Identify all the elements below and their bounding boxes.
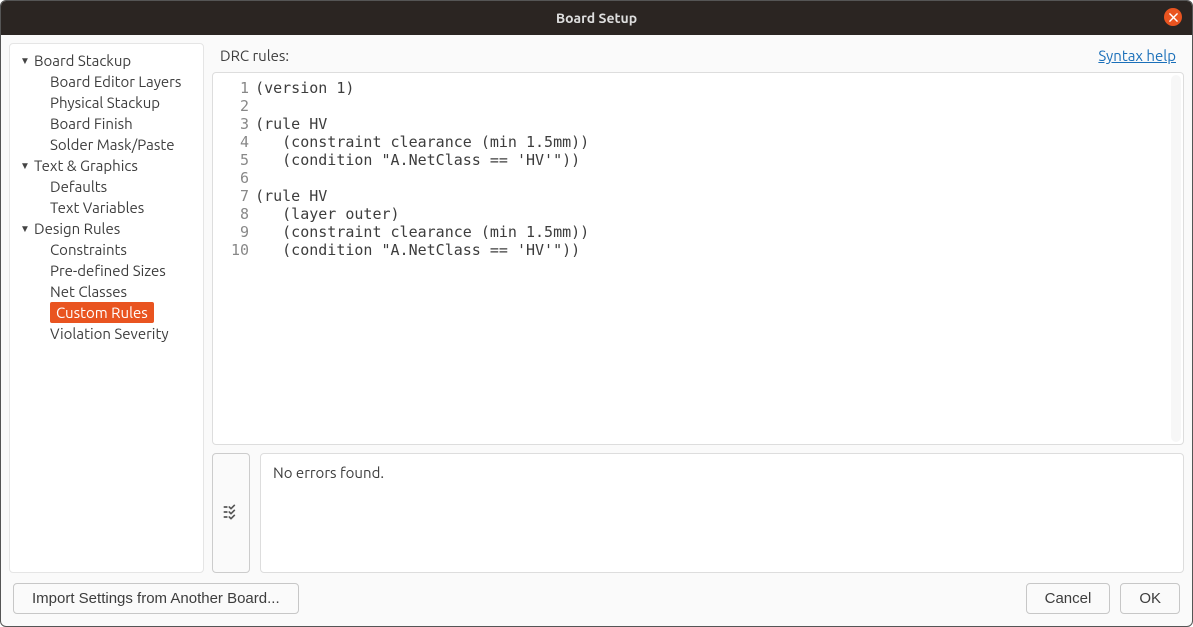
ok-button[interactable]: OK [1120,583,1180,614]
tree-item-constraints[interactable]: Constraints [10,239,203,260]
tree-parent-text-graphics[interactable]: ▼ Text & Graphics [10,155,203,176]
tree-parent-stackup[interactable]: ▼ Board Stackup [10,50,203,71]
tree-item-board-finish[interactable]: Board Finish [10,113,203,134]
tree-item-net-classes[interactable]: Net Classes [10,281,203,302]
import-settings-button[interactable]: Import Settings from Another Board... [13,583,299,614]
code-area[interactable]: (version 1) (rule HV (constraint clearan… [253,73,595,444]
tree-group-design-rules: ▼ Design Rules Constraints Pre-defined S… [10,218,203,344]
tree-label: Text & Graphics [34,157,138,174]
content-pane: DRC rules: Syntax help 1 2 3 4 5 6 7 8 9… [212,43,1184,573]
tree-item-solder-mask-paste[interactable]: Solder Mask/Paste [10,134,203,155]
tree-label: Board Stackup [34,52,131,69]
tree-item-custom-rules-wrap: Custom Rules [10,302,203,323]
caret-down-icon: ▼ [20,160,34,172]
settings-tree[interactable]: ▼ Board Stackup Board Editor Layers Phys… [9,43,204,573]
tree-item-custom-rules[interactable]: Custom Rules [50,302,154,323]
footer-right: Cancel OK [1026,583,1180,614]
tree-group-text-graphics: ▼ Text & Graphics Defaults Text Variable… [10,155,203,218]
tree-item-physical-stackup[interactable]: Physical Stackup [10,92,203,113]
line-gutter: 1 2 3 4 5 6 7 8 9 10 [213,73,253,444]
scrollbar[interactable] [1171,75,1181,442]
checklist-icon [221,502,241,525]
dialog-body: ▼ Board Stackup Board Editor Layers Phys… [1,35,1192,626]
titlebar: Board Setup [1,1,1192,35]
board-setup-window: Board Setup ▼ Board Stackup Board Editor… [0,0,1193,627]
tree-item-defaults[interactable]: Defaults [10,176,203,197]
caret-down-icon: ▼ [20,223,34,235]
tree-label: Design Rules [34,220,120,237]
dialog-footer: Import Settings from Another Board... Ca… [1,573,1192,626]
status-message: No errors found. [260,453,1184,573]
cancel-button[interactable]: Cancel [1026,583,1111,614]
main-area: ▼ Board Stackup Board Editor Layers Phys… [1,35,1192,573]
drc-header: DRC rules: Syntax help [212,43,1184,64]
rules-editor[interactable]: 1 2 3 4 5 6 7 8 9 10 (version 1) (rule H… [212,72,1184,445]
tree-group-stackup: ▼ Board Stackup Board Editor Layers Phys… [10,50,203,155]
caret-down-icon: ▼ [20,55,34,67]
tree-item-board-editor-layers[interactable]: Board Editor Layers [10,71,203,92]
tree-item-violation-severity[interactable]: Violation Severity [10,323,203,344]
tree-item-text-variables[interactable]: Text Variables [10,197,203,218]
drc-rules-label: DRC rules: [220,47,289,64]
window-title: Board Setup [556,10,637,26]
status-row: No errors found. [212,453,1184,573]
syntax-help-link[interactable]: Syntax help [1098,47,1176,64]
close-icon[interactable] [1164,8,1182,26]
tree-parent-design-rules[interactable]: ▼ Design Rules [10,218,203,239]
check-rules-button[interactable] [212,453,250,573]
tree-item-predefined-sizes[interactable]: Pre-defined Sizes [10,260,203,281]
